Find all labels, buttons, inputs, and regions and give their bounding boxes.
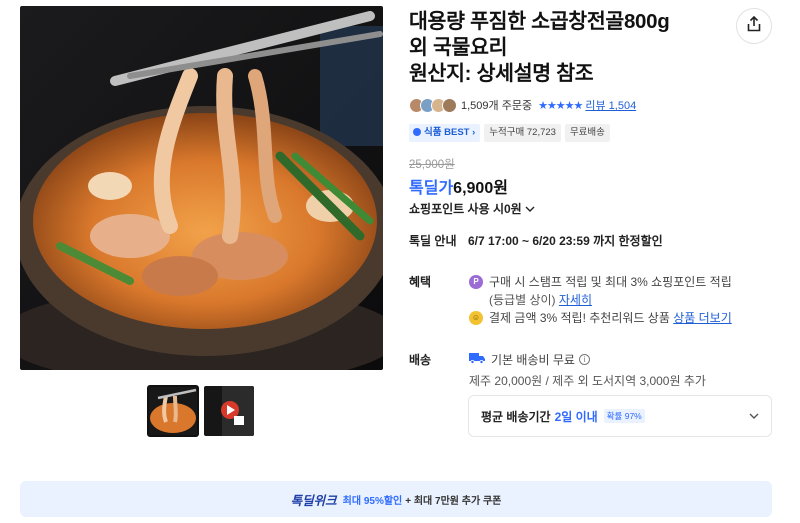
deal-label: 톡딜가: [409, 180, 454, 197]
average-delivery-toggle[interactable]: 평균 배송기간 2일 이내 확률 97%: [468, 395, 772, 437]
deal-period: 6/7 17:00 ~ 6/20 23:59 까지 한정할인: [468, 234, 663, 248]
benefit-stamp-sub: (등급별 상이) 자세히: [489, 293, 592, 307]
title-line-2: 외 국물요리: [409, 36, 508, 59]
benefit-stamp-line: P 구매 시 스탬프 적립 및 최대 3% 쇼핑포인트 적립: [469, 273, 732, 290]
chevron-down-icon: [525, 202, 535, 216]
average-delivery-days: 2일 이내: [554, 409, 598, 424]
avatar: [442, 97, 457, 113]
reward-smile-icon: ☺: [469, 310, 483, 325]
chevron-right-icon: ›: [469, 127, 476, 138]
point-coin-icon: P: [469, 274, 483, 289]
banner-brand: 톡딜위크: [290, 493, 337, 508]
chevron-down-icon: [749, 409, 759, 423]
product-title: 대용량 푸짐한 소곱창전골800g 외 국물요리 원산지: 상세설명 참조: [409, 9, 729, 87]
benefit-detail-link[interactable]: 자세히: [559, 293, 592, 307]
original-price: 25,900원: [409, 159, 455, 171]
tag-free-shipping: 무료배송: [564, 124, 610, 142]
points-price-toggle[interactable]: 쇼핑포인트 사용 시0원: [409, 200, 535, 217]
banner-highlight: 최대 95%할인: [342, 495, 403, 507]
promo-banner[interactable]: 톡딜위크 최대 95%할인 + 최대 7만원 추가 쿠폰: [20, 481, 772, 517]
rating-row: 1,509개 주문중 ★★★★★ 리뷰 1,504: [409, 97, 636, 113]
product-tags: 식품 BEST › 누적구매 72,723 무료배송: [409, 124, 610, 142]
thumbnail-1[interactable]: [147, 385, 199, 437]
thumbnail-2-video[interactable]: [204, 386, 254, 436]
shipping-label: 배송: [409, 353, 432, 367]
deal-info: 톡딜 안내 6/7 17:00 ~ 6/20 23:59 까지 한정할인: [409, 232, 663, 249]
benefit-reward-line: ☺ 결제 금액 3% 적립! 추천리워드 상품 상품 더보기: [469, 309, 732, 326]
star-rating-icon: ★★★★★: [538, 99, 583, 112]
shipping-base: 기본 배송비 무료 i: [469, 351, 590, 368]
title-line-3: 원산지: 상세설명 참조: [409, 62, 594, 85]
order-count: 1,509개 주문중: [461, 100, 533, 112]
tag-cumulative-purchases: 누적구매 72,723: [484, 124, 561, 142]
delivery-probability-badge: 확률 97%: [603, 409, 645, 423]
truck-icon: [469, 352, 485, 367]
shipping-extra-fee: 제주 20,000원 / 제주 외 도서지역 3,000원 추가: [469, 374, 706, 388]
benefit-label: 혜택: [409, 275, 432, 289]
buyer-avatars: [409, 97, 457, 113]
share-button[interactable]: [736, 8, 772, 44]
best-badge-icon: [413, 128, 421, 136]
deal-price: 6,900원: [453, 180, 508, 197]
info-icon[interactable]: i: [578, 354, 590, 365]
title-line-1: 대용량 푸짐한 소곱창전골800g: [409, 10, 670, 33]
banner-rest: + 최대 7만원 추가 쿠폰: [405, 495, 502, 507]
deal-info-label: 톡딜 안내: [409, 234, 457, 248]
more-products-link[interactable]: 상품 더보기: [673, 309, 732, 326]
tag-food-best[interactable]: 식품 BEST ›: [409, 124, 481, 142]
deal-price-row: 톡딜가6,900원: [409, 174, 508, 198]
review-link[interactable]: 리뷰 1,504: [585, 97, 636, 113]
thumbnail-strip: [147, 385, 254, 437]
product-main-image: [20, 6, 383, 370]
share-icon: [746, 15, 762, 37]
